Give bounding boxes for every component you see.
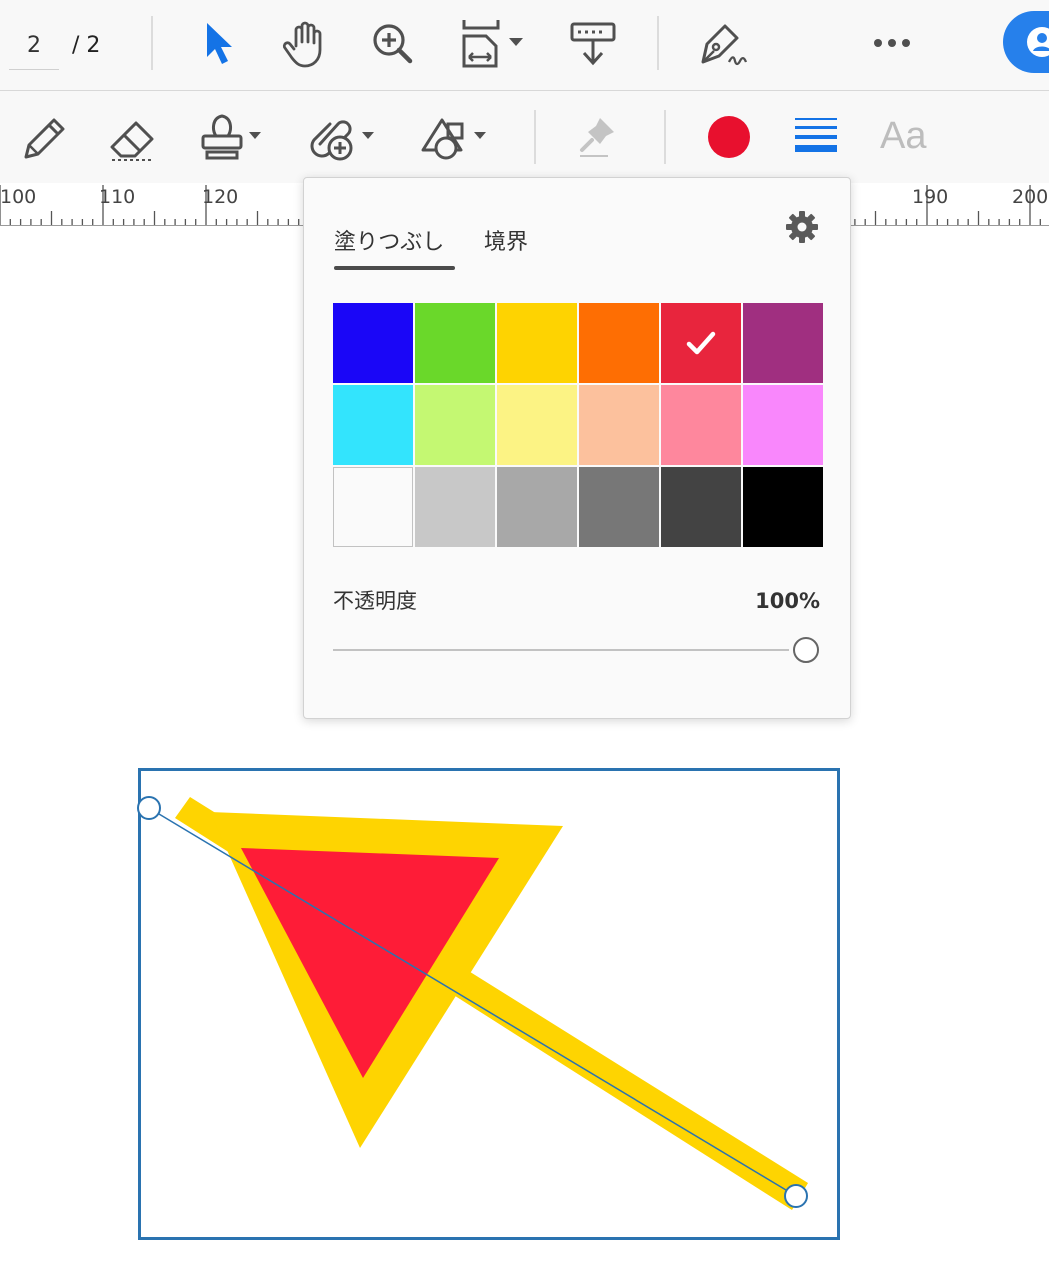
color-swatch[interactable]	[661, 385, 741, 465]
color-swatch[interactable]	[415, 467, 495, 547]
color-swatch[interactable]	[333, 385, 413, 465]
color-swatch[interactable]	[497, 303, 577, 383]
checkmark-icon	[686, 331, 716, 355]
color-popup: 塗りつぶし 境界 不透明度 100%	[303, 177, 851, 719]
color-swatch-grid	[333, 303, 824, 548]
color-swatch[interactable]	[497, 385, 577, 465]
tab-fill[interactable]: 塗りつぶし	[334, 228, 444, 258]
color-swatch[interactable]	[743, 303, 823, 383]
color-swatch[interactable]	[415, 303, 495, 383]
color-swatch[interactable]	[661, 467, 741, 547]
app-window: 2 / 2 Aa 100 110 120 190 200 塗りつぶし 境界 不透…	[0, 0, 1049, 1263]
color-swatch[interactable]	[743, 467, 823, 547]
opacity-label: 不透明度	[333, 589, 417, 613]
tab-selected-indicator	[334, 266, 455, 270]
tab-border[interactable]: 境界	[484, 228, 528, 258]
opacity-slider-track[interactable]	[333, 649, 789, 651]
color-swatch[interactable]	[579, 385, 659, 465]
gear-icon[interactable]	[784, 209, 820, 245]
opacity-slider-thumb[interactable]	[793, 637, 819, 663]
color-swatch[interactable]	[497, 467, 577, 547]
color-swatch[interactable]	[333, 467, 413, 547]
color-swatch[interactable]	[579, 467, 659, 547]
color-swatch[interactable]	[743, 385, 823, 465]
selection-box[interactable]	[138, 768, 840, 1240]
color-swatch[interactable]	[661, 303, 741, 383]
opacity-value: 100%	[755, 589, 820, 613]
color-swatch[interactable]	[333, 303, 413, 383]
color-swatch[interactable]	[579, 303, 659, 383]
color-swatch[interactable]	[415, 385, 495, 465]
